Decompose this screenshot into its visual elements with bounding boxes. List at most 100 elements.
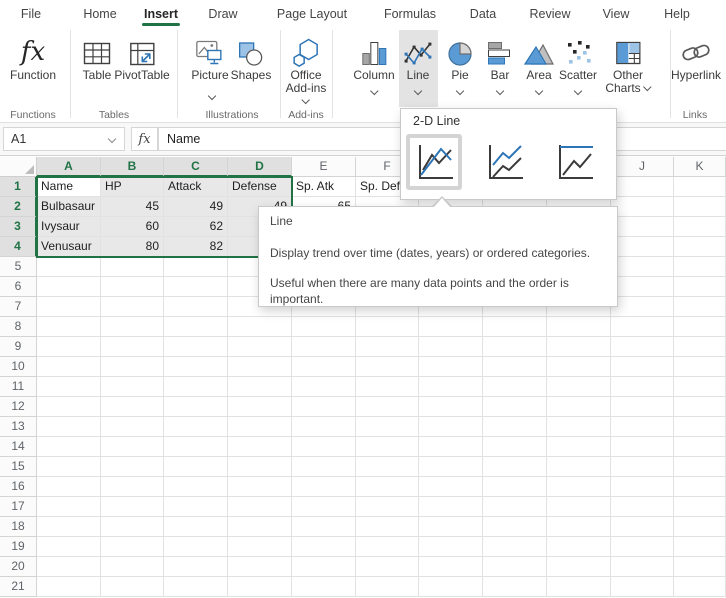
cell-C5[interactable] bbox=[164, 257, 228, 277]
cell-B9[interactable] bbox=[101, 337, 164, 357]
cell-D18[interactable] bbox=[228, 517, 292, 537]
row-header-2[interactable]: 2 bbox=[0, 197, 37, 217]
cell-J9[interactable] bbox=[611, 337, 674, 357]
cell-J3[interactable] bbox=[611, 217, 674, 237]
cell-A7[interactable] bbox=[37, 297, 101, 317]
cell-D11[interactable] bbox=[228, 377, 292, 397]
cell-D12[interactable] bbox=[228, 397, 292, 417]
cell-B17[interactable] bbox=[101, 497, 164, 517]
other-charts-button[interactable]: Other Charts bbox=[605, 31, 652, 95]
cell-I18[interactable] bbox=[547, 517, 611, 537]
cell-I21[interactable] bbox=[547, 577, 611, 597]
column-header-A[interactable]: A bbox=[37, 157, 101, 177]
other-charts-chevron-down-icon[interactable] bbox=[643, 82, 652, 92]
table-button[interactable]: Table bbox=[82, 31, 112, 82]
cell-A19[interactable] bbox=[37, 537, 101, 557]
cell-I19[interactable] bbox=[547, 537, 611, 557]
cell-K16[interactable] bbox=[674, 477, 726, 497]
scatter-chevron-down-icon[interactable] bbox=[573, 86, 583, 96]
cell-H8[interactable] bbox=[483, 317, 547, 337]
cell-J13[interactable] bbox=[611, 417, 674, 437]
row-header-10[interactable]: 10 bbox=[0, 357, 37, 377]
cell-H18[interactable] bbox=[483, 517, 547, 537]
cell-F8[interactable] bbox=[356, 317, 419, 337]
cell-E13[interactable] bbox=[292, 417, 356, 437]
cell-I20[interactable] bbox=[547, 557, 611, 577]
row-header-6[interactable]: 6 bbox=[0, 277, 37, 297]
cell-A13[interactable] bbox=[37, 417, 101, 437]
bar-chevron-down-icon[interactable] bbox=[495, 86, 505, 96]
menu-tab-file[interactable]: File bbox=[21, 7, 41, 21]
cell-H16[interactable] bbox=[483, 477, 547, 497]
cell-J16[interactable] bbox=[611, 477, 674, 497]
column-header-K[interactable]: K bbox=[674, 157, 726, 177]
cell-J8[interactable] bbox=[611, 317, 674, 337]
cell-G16[interactable] bbox=[419, 477, 483, 497]
cell-A5[interactable] bbox=[37, 257, 101, 277]
cell-F18[interactable] bbox=[356, 517, 419, 537]
picture-button[interactable]: Picture bbox=[191, 31, 229, 82]
cell-D21[interactable] bbox=[228, 577, 292, 597]
name-box-chevron-down-icon[interactable] bbox=[107, 134, 117, 144]
row-header-15[interactable]: 15 bbox=[0, 457, 37, 477]
cell-B15[interactable] bbox=[101, 457, 164, 477]
cell-B2[interactable]: 45 bbox=[101, 197, 164, 217]
cell-D20[interactable] bbox=[228, 557, 292, 577]
cell-J1[interactable] bbox=[611, 177, 674, 197]
cell-A14[interactable] bbox=[37, 437, 101, 457]
cell-E17[interactable] bbox=[292, 497, 356, 517]
cell-I15[interactable] bbox=[547, 457, 611, 477]
cell-J12[interactable] bbox=[611, 397, 674, 417]
cell-G17[interactable] bbox=[419, 497, 483, 517]
cell-F11[interactable] bbox=[356, 377, 419, 397]
column-header-B[interactable]: B bbox=[101, 157, 164, 177]
cell-J5[interactable] bbox=[611, 257, 674, 277]
cell-C2[interactable]: 49 bbox=[164, 197, 228, 217]
cell-A21[interactable] bbox=[37, 577, 101, 597]
cell-A2[interactable]: Bulbasaur bbox=[37, 197, 101, 217]
menu-tab-view[interactable]: View bbox=[603, 7, 630, 21]
cell-K2[interactable] bbox=[674, 197, 726, 217]
cell-C13[interactable] bbox=[164, 417, 228, 437]
cell-D19[interactable] bbox=[228, 537, 292, 557]
cell-E10[interactable] bbox=[292, 357, 356, 377]
row-header-9[interactable]: 9 bbox=[0, 337, 37, 357]
cell-D9[interactable] bbox=[228, 337, 292, 357]
cell-G10[interactable] bbox=[419, 357, 483, 377]
name-box[interactable]: A1 bbox=[3, 127, 125, 151]
cell-H14[interactable] bbox=[483, 437, 547, 457]
cell-K19[interactable] bbox=[674, 537, 726, 557]
cell-K17[interactable] bbox=[674, 497, 726, 517]
cell-C11[interactable] bbox=[164, 377, 228, 397]
cell-B14[interactable] bbox=[101, 437, 164, 457]
cell-K1[interactable] bbox=[674, 177, 726, 197]
cell-C3[interactable]: 62 bbox=[164, 217, 228, 237]
row-header-12[interactable]: 12 bbox=[0, 397, 37, 417]
cell-H17[interactable] bbox=[483, 497, 547, 517]
office-addins-button[interactable]: Office Add-ins bbox=[286, 31, 326, 105]
cell-C19[interactable] bbox=[164, 537, 228, 557]
cell-D17[interactable] bbox=[228, 497, 292, 517]
row-header-11[interactable]: 11 bbox=[0, 377, 37, 397]
cell-K14[interactable] bbox=[674, 437, 726, 457]
cell-B10[interactable] bbox=[101, 357, 164, 377]
cell-K15[interactable] bbox=[674, 457, 726, 477]
cell-E21[interactable] bbox=[292, 577, 356, 597]
cell-J20[interactable] bbox=[611, 557, 674, 577]
cell-I16[interactable] bbox=[547, 477, 611, 497]
cell-K20[interactable] bbox=[674, 557, 726, 577]
cell-J7[interactable] bbox=[611, 297, 674, 317]
cell-I9[interactable] bbox=[547, 337, 611, 357]
select-all-button[interactable] bbox=[0, 157, 37, 177]
cell-A9[interactable] bbox=[37, 337, 101, 357]
cell-F9[interactable] bbox=[356, 337, 419, 357]
cell-B12[interactable] bbox=[101, 397, 164, 417]
cell-H11[interactable] bbox=[483, 377, 547, 397]
cell-A3[interactable]: Ivysaur bbox=[37, 217, 101, 237]
row-header-13[interactable]: 13 bbox=[0, 417, 37, 437]
row-header-7[interactable]: 7 bbox=[0, 297, 37, 317]
option-100-stacked-line-chart[interactable] bbox=[546, 134, 602, 190]
scatter-chart-button[interactable]: Scatter bbox=[559, 31, 597, 96]
cell-F20[interactable] bbox=[356, 557, 419, 577]
cell-C9[interactable] bbox=[164, 337, 228, 357]
